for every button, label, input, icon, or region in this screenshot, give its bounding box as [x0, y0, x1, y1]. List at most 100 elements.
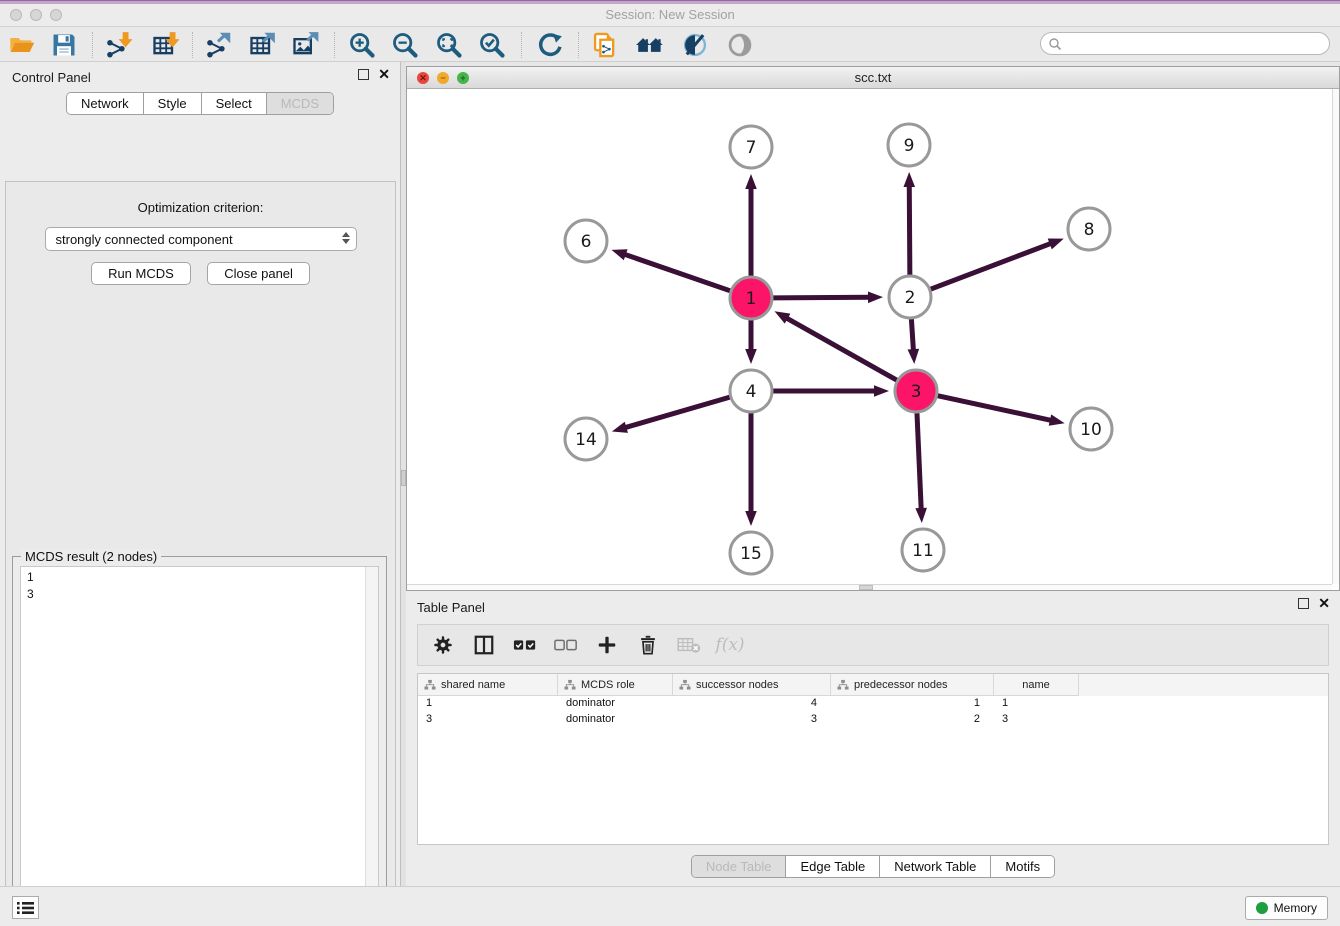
zoom-in-icon[interactable] — [345, 30, 379, 60]
main-titlebar[interactable]: Session: New Session — [0, 4, 1340, 27]
export-network-icon[interactable] — [201, 30, 235, 60]
node-9[interactable]: 9 — [888, 124, 930, 166]
table-row[interactable]: 3dominator323 — [418, 712, 1328, 728]
column-header-predecessor-nodes[interactable]: predecessor nodes — [831, 674, 994, 696]
tab-style[interactable]: Style — [144, 93, 202, 114]
search-input[interactable] — [1062, 35, 1329, 53]
table-cell[interactable]: 4 — [673, 696, 831, 712]
new-network-from-selection-icon[interactable] — [588, 30, 622, 60]
table-cell[interactable]: 1 — [831, 696, 994, 712]
memory-button[interactable]: Memory — [1245, 896, 1328, 920]
node-3[interactable]: 3 — [895, 370, 937, 412]
first-neighbors-icon[interactable] — [633, 30, 667, 60]
table-settings-icon[interactable] — [430, 632, 456, 658]
result-item[interactable]: 1 — [27, 569, 378, 586]
search-box[interactable] — [1040, 32, 1330, 55]
close-panel-icon[interactable]: ✕ — [378, 69, 390, 80]
tab-motifs[interactable]: Motifs — [991, 856, 1054, 877]
delete-icon[interactable] — [635, 632, 661, 658]
network-vertical-scrollbar[interactable] — [1332, 89, 1339, 584]
edge-1-4[interactable] — [745, 320, 757, 364]
table-cell[interactable]: dominator — [558, 696, 673, 712]
network-canvas[interactable]: 7 9 6 8 1 2 4 3 14 10 15 11 — [407, 89, 1333, 585]
float-panel-icon[interactable] — [358, 69, 369, 80]
zoom-out-icon[interactable] — [388, 30, 422, 60]
table-cell[interactable]: 3 — [418, 712, 558, 728]
edge-4-14[interactable] — [612, 397, 730, 433]
column-header-successor-nodes[interactable]: successor nodes — [673, 674, 831, 696]
network-hscroll-thumb[interactable] — [859, 585, 873, 590]
node-6[interactable]: 6 — [565, 220, 607, 262]
edge-4-3[interactable] — [773, 385, 889, 397]
result-item[interactable]: 3 — [27, 586, 378, 603]
close-table-panel-icon[interactable]: ✕ — [1318, 598, 1330, 609]
node-8[interactable]: 8 — [1068, 208, 1110, 250]
edge-2-9[interactable] — [903, 172, 915, 275]
open-file-icon[interactable] — [5, 30, 39, 60]
node-4[interactable]: 4 — [730, 370, 772, 412]
table-row[interactable]: 1dominator411 — [418, 696, 1328, 712]
table-cell[interactable]: 1 — [994, 696, 1079, 712]
deselect-all-icon[interactable] — [553, 632, 579, 658]
node-7[interactable]: 7 — [730, 126, 772, 168]
zoom-fit-icon[interactable] — [432, 30, 466, 60]
tab-node-table[interactable]: Node Table — [692, 856, 787, 877]
edge-2-3[interactable] — [908, 319, 920, 364]
column-header-shared-name[interactable]: shared name — [418, 674, 558, 696]
delete-table-icon — [676, 632, 702, 658]
network-horizontal-scrollbar[interactable] — [407, 584, 1332, 590]
tab-network-table[interactable]: Network Table — [880, 856, 991, 877]
node-14[interactable]: 14 — [565, 418, 607, 460]
export-image-icon[interactable] — [288, 30, 322, 60]
node-1[interactable]: 1 — [730, 277, 772, 319]
float-table-panel-icon[interactable] — [1298, 598, 1309, 609]
mcds-result-list[interactable]: 13 — [20, 566, 379, 925]
tab-select[interactable]: Select — [202, 93, 267, 114]
edge-1-2[interactable] — [773, 291, 883, 303]
tab-network[interactable]: Network — [67, 93, 144, 114]
node-15[interactable]: 15 — [730, 532, 772, 574]
edge-3-11[interactable] — [915, 413, 927, 523]
edge-4-15[interactable] — [745, 413, 757, 526]
edge-3-1[interactable] — [775, 311, 897, 380]
main-toolbar — [0, 27, 1340, 62]
node-label: 2 — [905, 288, 916, 308]
column-header-name[interactable]: name — [994, 674, 1079, 696]
network-window-titlebar[interactable]: ✕ − + scc.txt — [407, 67, 1339, 89]
zoom-selected-icon[interactable] — [475, 30, 509, 60]
tab-mcds[interactable]: MCDS — [267, 93, 333, 114]
edge-1-6[interactable] — [612, 249, 731, 291]
edge-2-8[interactable] — [931, 238, 1064, 289]
show-graphics-details-icon[interactable] — [678, 30, 712, 60]
import-network-icon[interactable] — [101, 30, 135, 60]
import-table-icon[interactable] — [148, 30, 182, 60]
apply-layout-icon[interactable] — [532, 30, 566, 60]
table-cell[interactable]: dominator — [558, 712, 673, 728]
table-cell[interactable]: 2 — [831, 712, 994, 728]
table-cell[interactable]: 3 — [994, 712, 1079, 728]
node-table[interactable]: shared nameMCDS rolesuccessor nodesprede… — [417, 673, 1329, 845]
node-11[interactable]: 11 — [902, 529, 944, 571]
add-icon[interactable] — [594, 632, 620, 658]
close-panel-button[interactable]: Close panel — [207, 262, 310, 285]
select-all-icon[interactable] — [512, 632, 538, 658]
toolbar-separator — [92, 32, 93, 58]
node-2[interactable]: 2 — [889, 276, 931, 318]
list-icon — [17, 901, 34, 915]
node-10[interactable]: 10 — [1070, 408, 1112, 450]
save-session-icon[interactable] — [47, 30, 81, 60]
status-menu-button[interactable] — [12, 896, 39, 919]
table-cell[interactable]: 1 — [418, 696, 558, 712]
show-columns-icon[interactable] — [471, 632, 497, 658]
run-mcds-button[interactable]: Run MCDS — [91, 262, 191, 285]
bird-eye-view-icon[interactable] — [723, 30, 757, 60]
node-label: 7 — [746, 138, 757, 158]
table-cell[interactable]: 3 — [673, 712, 831, 728]
column-header-MCDS-role[interactable]: MCDS role — [558, 674, 673, 696]
result-scrollbar[interactable] — [365, 567, 378, 924]
tab-edge-table[interactable]: Edge Table — [786, 856, 880, 877]
criterion-dropdown[interactable]: strongly connected component — [45, 227, 357, 251]
edge-3-10[interactable] — [937, 396, 1064, 426]
edge-1-7[interactable] — [745, 174, 757, 276]
export-table-icon[interactable] — [245, 30, 279, 60]
